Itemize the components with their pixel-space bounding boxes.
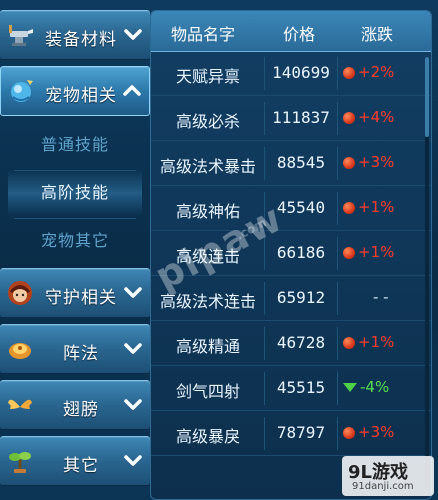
- category-label: 阵法: [63, 344, 99, 364]
- table-row[interactable]: 高级神佑 45540 +1%: [151, 186, 431, 231]
- category-other[interactable]: 其它: [0, 436, 150, 486]
- price-change: +1%: [339, 333, 431, 351]
- column-divider: [337, 57, 338, 90]
- subitem-advanced-skills[interactable]: 高阶技能: [8, 170, 142, 216]
- chevron-up-icon: [121, 79, 143, 101]
- table-row[interactable]: 高级法术暴击 88545 +3%: [151, 141, 431, 186]
- item-price: 45515: [276, 378, 326, 397]
- item-name: 高级暴戾: [175, 427, 240, 446]
- header-price: 价格: [283, 25, 316, 44]
- price-change-value: +4%: [358, 108, 395, 126]
- wings-icon: [6, 391, 34, 419]
- chevron-down-icon: [122, 393, 144, 415]
- price-up-icon: [343, 246, 355, 259]
- item-price: 88545: [276, 153, 326, 172]
- price-change: +4%: [339, 108, 431, 126]
- item-name: 高级法术暴击: [159, 157, 256, 176]
- price-up-icon: [343, 426, 355, 439]
- pet-globe-icon: [7, 77, 35, 105]
- price-up-icon: [343, 201, 355, 214]
- anvil-icon: [6, 21, 34, 49]
- site-logo: 9L游戏 91danji.com: [342, 456, 434, 496]
- category-equipment-materials[interactable]: 装备材料: [0, 10, 150, 60]
- chevron-down-icon: [122, 281, 144, 303]
- category-wings[interactable]: 翅膀: [0, 380, 150, 430]
- price-change: +2%: [339, 63, 431, 81]
- price-change-value: +1%: [358, 198, 395, 216]
- price-change-value: +1%: [358, 333, 395, 351]
- item-price: 65912: [276, 288, 326, 307]
- guardian-avatar-icon: [6, 279, 34, 307]
- table-header: 物品名字 价格 涨跌: [151, 11, 431, 52]
- scrollbar[interactable]: [425, 57, 429, 487]
- item-name: 剑气四射: [175, 382, 240, 401]
- price-change-value: +1%: [358, 243, 395, 261]
- category-formation[interactable]: 阵法: [0, 324, 150, 374]
- chevron-down-icon: [122, 23, 144, 45]
- category-label: 宠物相关: [45, 86, 117, 106]
- app-window: 装备材料 宠物相关 普通技能 高阶技能 宠物其它 守护相关 阵法 翅膀 其它 物…: [0, 0, 438, 500]
- category-guardian[interactable]: 守护相关: [0, 268, 150, 318]
- column-divider: [337, 237, 338, 270]
- price-up-icon: [343, 156, 355, 169]
- price-change-value: +3%: [358, 153, 395, 171]
- subitem-normal-skills[interactable]: 普通技能: [8, 122, 142, 168]
- chevron-down-icon: [122, 449, 144, 471]
- price-down-icon: [343, 383, 357, 392]
- misc-plant-icon: [6, 447, 34, 475]
- price-change-value: - -: [373, 288, 389, 306]
- site-logo-url: 91danji.com: [352, 481, 414, 492]
- category-label: 翅膀: [63, 400, 99, 420]
- column-divider: [337, 327, 338, 360]
- table-row[interactable]: 天赋异禀 140699 +2%: [151, 51, 431, 96]
- header-change: 涨跌: [361, 25, 394, 44]
- chevron-down-icon: [122, 337, 144, 359]
- price-up-icon: [343, 336, 355, 349]
- price-change-value: +3%: [358, 423, 395, 441]
- column-divider: [337, 282, 338, 315]
- column-divider: [337, 147, 338, 180]
- category-label: 守护相关: [45, 288, 117, 308]
- item-name: 天赋异禀: [175, 67, 240, 86]
- price-change: +3%: [339, 423, 431, 441]
- subitem-pet-other[interactable]: 宠物其它: [8, 218, 142, 264]
- item-price: 46728: [276, 333, 326, 352]
- price-change: -4%: [339, 378, 431, 396]
- price-change-value: -4%: [360, 378, 390, 396]
- formation-icon: [6, 335, 34, 363]
- table-row[interactable]: 剑气四射 45515 -4%: [151, 366, 431, 411]
- item-price: 140699: [272, 63, 330, 82]
- item-price: 111837: [272, 108, 330, 127]
- item-name: 高级精通: [175, 337, 240, 356]
- category-sidebar: 装备材料 宠物相关 普通技能 高阶技能 宠物其它 守护相关 阵法 翅膀 其它: [0, 0, 150, 500]
- header-item-name: 物品名字: [171, 25, 236, 44]
- price-change: +3%: [339, 153, 431, 171]
- column-divider: [337, 102, 338, 135]
- category-label: 其它: [63, 456, 99, 476]
- item-price: 66186: [276, 243, 326, 262]
- table-row[interactable]: 高级必杀 111837 +4%: [151, 96, 431, 141]
- price-change: +1%: [339, 198, 431, 216]
- table-row[interactable]: 高级暴戾 78797 +3%: [151, 411, 431, 456]
- price-change: +1%: [339, 243, 431, 261]
- price-up-icon: [343, 111, 355, 124]
- column-divider: [337, 192, 338, 225]
- scrollbar-thumb[interactable]: [425, 57, 429, 137]
- table-row[interactable]: 高级精通 46728 +1%: [151, 321, 431, 366]
- price-change-value: +2%: [358, 63, 395, 81]
- price-up-icon: [343, 66, 355, 79]
- column-divider: [337, 372, 338, 405]
- category-label: 装备材料: [45, 30, 117, 50]
- column-divider: [337, 417, 338, 450]
- item-price: 78797: [276, 423, 326, 442]
- price-change: - -: [339, 288, 431, 306]
- item-name: 高级必杀: [175, 112, 240, 131]
- category-pet[interactable]: 宠物相关: [0, 66, 150, 116]
